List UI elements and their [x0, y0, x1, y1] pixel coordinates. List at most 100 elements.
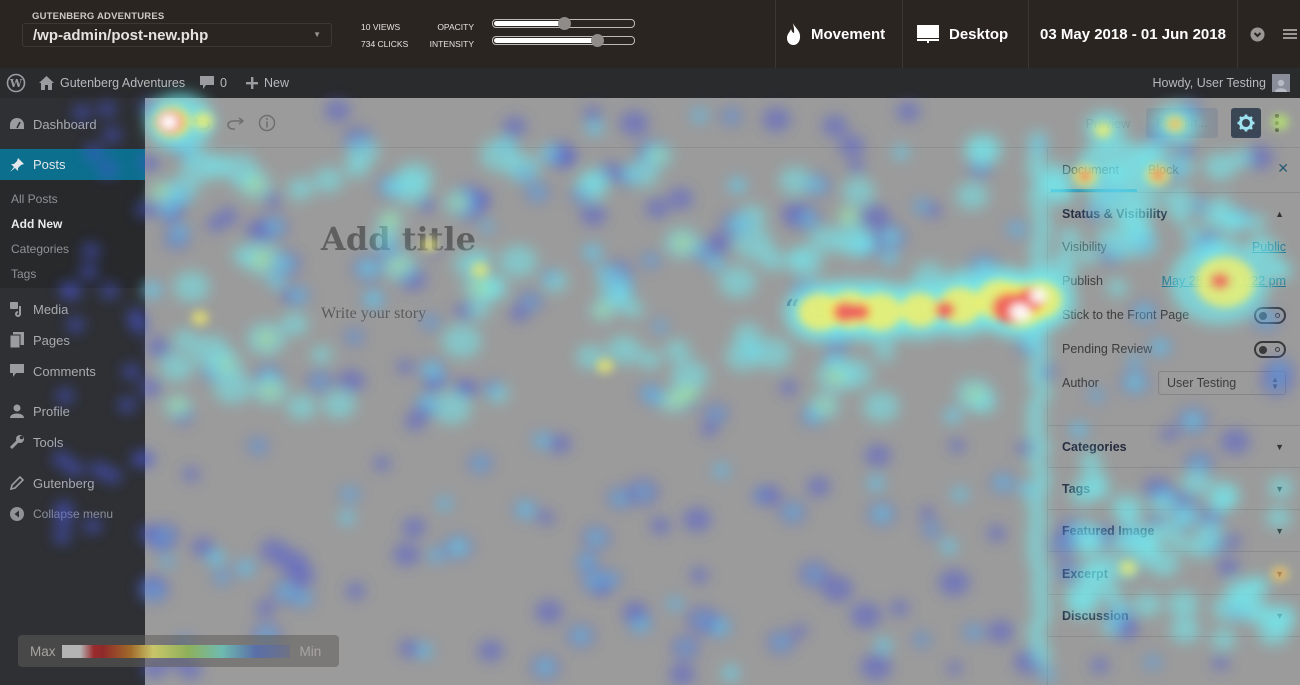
menu-label: Pages [33, 332, 70, 348]
menu-item-media[interactable]: Media [0, 294, 145, 324]
chevron-down-icon[interactable]: ▼ [1275, 526, 1284, 536]
tab-block[interactable]: Block [1148, 163, 1179, 177]
close-icon[interactable]: ✕ [1277, 160, 1289, 177]
pending-review-toggle[interactable] [1254, 341, 1286, 358]
menu-item-dashboard[interactable]: Dashboard [0, 109, 145, 139]
collapse-menu-button[interactable]: Collapse menu [0, 499, 145, 529]
divider [775, 0, 776, 68]
flame-icon [787, 23, 801, 45]
panel-excerpt[interactable]: Excerpt [1062, 567, 1108, 581]
hamburger-menu-icon[interactable] [1283, 28, 1297, 40]
info-icon [258, 114, 276, 132]
sticky-toggle[interactable] [1254, 307, 1286, 324]
opacity-label: OPACITY [437, 22, 474, 32]
wp-logo-button[interactable]: W [6, 68, 26, 98]
add-block-button[interactable] [158, 112, 180, 134]
post-body-input[interactable]: Write your story [321, 305, 426, 323]
panel-tags[interactable]: Tags [1062, 482, 1090, 496]
opacity-slider[interactable] [492, 17, 635, 30]
menu-item-gutenberg[interactable]: Gutenberg [0, 468, 145, 498]
account-menu[interactable]: Howdy, User Testing [1153, 68, 1290, 98]
quote-icon[interactable]: “ [785, 297, 800, 323]
more-options-button[interactable] [1267, 108, 1287, 138]
opacity-slider-thumb[interactable] [557, 17, 571, 30]
date-range-button[interactable]: 03 May 2018 - 01 Jun 2018 [1040, 0, 1226, 68]
divider [902, 0, 903, 68]
publish-date-link[interactable]: May 28, 2018 1:22 pm [1162, 274, 1286, 288]
submenu-categories[interactable]: Categories [11, 242, 69, 256]
divider [1048, 467, 1300, 468]
intensity-slider-thumb[interactable] [590, 34, 604, 47]
panel-categories[interactable]: Categories [1062, 440, 1127, 454]
visibility-link[interactable]: Public [1252, 240, 1286, 254]
right-controls [1250, 0, 1300, 68]
settings-toggle-button[interactable] [1231, 108, 1261, 138]
quick-inserter: “ [785, 297, 862, 323]
panel-featured-image[interactable]: Featured Image [1062, 524, 1154, 538]
new-content-link[interactable]: New [246, 68, 289, 98]
intensity-slider[interactable] [492, 34, 635, 47]
publish-button[interactable]: Publish... [1146, 108, 1218, 138]
settings-sidebar: Document Block ✕ Status & Visibility ▲ V… [1047, 148, 1300, 685]
legend-gradient [61, 644, 290, 658]
visibility-label: Visibility [1062, 240, 1107, 254]
toggle-knob [1259, 311, 1267, 320]
undo-button[interactable] [191, 112, 213, 134]
chevron-down-icon[interactable]: ▼ [1275, 569, 1284, 579]
comments-link[interactable]: 0 [200, 68, 227, 98]
chevron-down-icon[interactable]: ▼ [1275, 442, 1284, 452]
mode-button[interactable]: Movement [786, 0, 885, 68]
posts-submenu: All Posts Add New Categories Tags [0, 180, 145, 288]
chevron-down-icon[interactable]: ▼ [1275, 611, 1284, 621]
pencil-icon [9, 475, 25, 491]
tab-document[interactable]: Document [1062, 163, 1119, 177]
menu-item-pages[interactable]: Pages [0, 325, 145, 355]
chevron-down-circle-icon[interactable] [1250, 27, 1265, 42]
device-button[interactable]: Desktop [917, 0, 1008, 68]
menu-item-posts[interactable]: Posts [0, 149, 145, 180]
video-icon[interactable] [844, 302, 862, 318]
info-button[interactable] [256, 112, 278, 134]
page-url-select[interactable]: /wp-admin/post-new.php ▼ [22, 23, 332, 47]
panel-discussion[interactable]: Discussion [1062, 609, 1129, 623]
heatmap-app: GUTENBERG ADVENTURES /wp-admin/post-new.… [0, 0, 1300, 685]
toggle-off-icon [1275, 347, 1280, 352]
preview-button[interactable]: Preview [1077, 110, 1139, 138]
menu-item-profile[interactable]: Profile [0, 396, 145, 426]
block-editor: Preview Publish... Add title Write your … [145, 98, 1300, 685]
chevron-up-icon[interactable]: ▲ [1275, 209, 1284, 219]
menu-label: Gutenberg [33, 475, 95, 491]
redo-button[interactable] [224, 112, 246, 134]
image-icon[interactable] [814, 302, 830, 318]
toggle-knob [1259, 345, 1267, 354]
submenu-all-posts[interactable]: All Posts [11, 192, 58, 206]
site-home-link[interactable]: Gutenberg Adventures [39, 68, 185, 98]
divider [1048, 636, 1300, 637]
submenu-tags[interactable]: Tags [11, 267, 36, 281]
author-select[interactable]: User Testing ▲ ▼ [1158, 371, 1286, 395]
admin-menu: Dashboard Posts All Posts Add New Catego… [0, 98, 145, 685]
submenu-add-new[interactable]: Add New [11, 217, 62, 231]
panel-status-visibility-title[interactable]: Status & Visibility [1062, 207, 1167, 221]
post-title-input[interactable]: Add title [321, 220, 476, 258]
home-icon [39, 76, 54, 90]
comment-icon [200, 76, 214, 89]
divider [1028, 0, 1029, 68]
menu-item-comments[interactable]: Comments [0, 356, 145, 386]
clicks-count: 734 CLICKS [361, 39, 409, 49]
chevron-down-icon[interactable]: ▼ [1275, 484, 1284, 494]
wordpress-logo-icon: W [6, 73, 26, 93]
menu-label: Media [33, 301, 69, 317]
more-dot-icon [1275, 114, 1279, 118]
toggle-off-icon [1275, 313, 1280, 318]
site-name: GUTENBERG ADVENTURES [32, 11, 165, 22]
menu-label: Dashboard [33, 116, 97, 132]
mode-label: Movement [811, 25, 886, 43]
intensity-label: INTENSITY [429, 39, 474, 49]
more-dot-icon [1275, 121, 1279, 125]
legend-min-label: Min [299, 643, 322, 659]
collapse-arrow-icon [9, 506, 25, 522]
menu-label: Profile [33, 403, 70, 419]
menu-item-tools[interactable]: Tools [0, 427, 145, 457]
new-label: New [264, 76, 290, 90]
